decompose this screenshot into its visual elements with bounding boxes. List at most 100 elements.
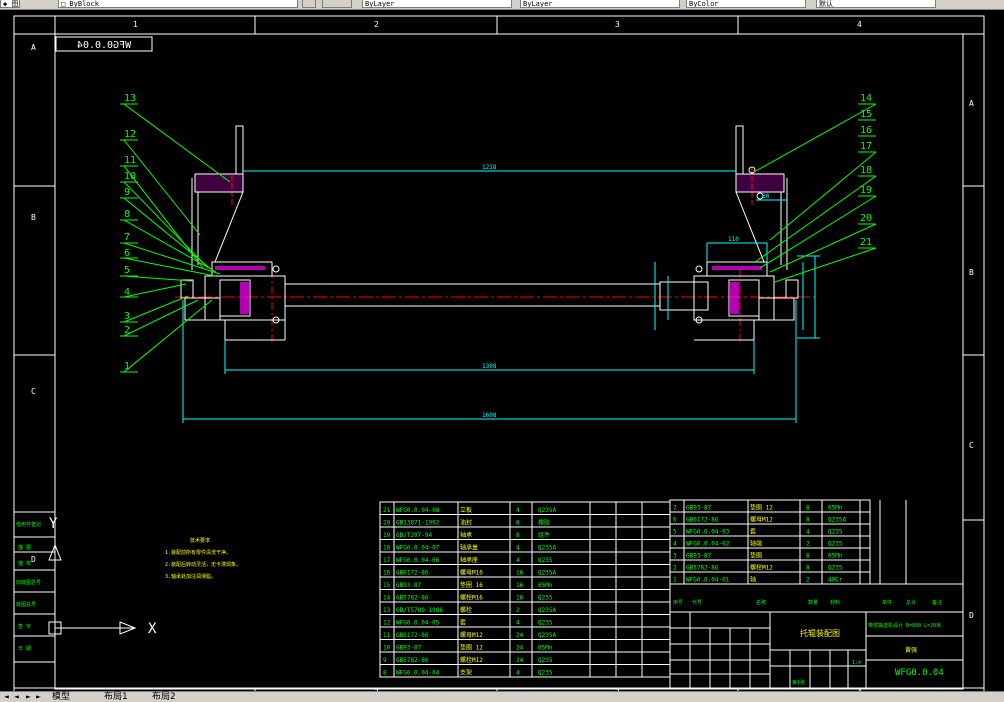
bom-cell: Q235 bbox=[828, 529, 843, 536]
col-label: 4 bbox=[857, 20, 862, 29]
bom-cell: GB6172-86 bbox=[396, 570, 429, 577]
balloons-left: 13 12 11 10 9 8 7 6 5 4 3 2 1 bbox=[124, 93, 136, 372]
bom-cell: 24 bbox=[516, 645, 524, 652]
bom-cell: 16 bbox=[516, 582, 524, 589]
next-tab-icon[interactable]: ► bbox=[26, 693, 31, 701]
col-label: 1 bbox=[133, 20, 138, 29]
title-project: 带式输送机设计 B=800 L=20米 bbox=[868, 622, 941, 629]
bom-header-cell: 代号 bbox=[692, 599, 702, 606]
bom-cell: 2 bbox=[806, 541, 810, 548]
dim-right-small: 110 bbox=[728, 236, 739, 243]
bom-cell: 轴端 bbox=[750, 540, 762, 548]
bom-cell: GB93-87 bbox=[686, 553, 712, 560]
side-label: 日 期 bbox=[18, 646, 31, 652]
color-dropdown[interactable]: □ ByBlock bbox=[58, 0, 298, 8]
last-tab-icon[interactable]: ► bbox=[36, 693, 41, 701]
balloon: 14 bbox=[860, 93, 872, 104]
bom-cell: 65Mn bbox=[828, 505, 843, 512]
bom-cell: GB/T297-94 bbox=[396, 532, 433, 539]
side-table-labels: 借用件登记 描 图 描 校 旧底图总号 底图总号 签 字 日 期 bbox=[16, 521, 41, 652]
dropdown-arrow-icon[interactable] bbox=[302, 0, 316, 8]
bom-cell: 8 bbox=[516, 520, 520, 527]
bom-cell: 螺栓M12 bbox=[750, 564, 773, 572]
style-dropdown[interactable]: 默认 bbox=[816, 0, 936, 8]
bom-cell: 19 bbox=[383, 532, 391, 539]
note-line: 3.轴承处加注润滑脂。 bbox=[165, 573, 216, 580]
bom-cell: WFG0.0.04-02 bbox=[686, 541, 730, 548]
title-scale: 1:4 bbox=[852, 660, 861, 666]
bom-cell: GB93-87 bbox=[396, 645, 422, 652]
bom-cell: Q235 bbox=[828, 541, 843, 548]
title-sheet: 第1张 bbox=[792, 679, 805, 686]
bom-cell: GB13871-1992 bbox=[396, 520, 440, 527]
bom-cell: GB93-87 bbox=[686, 505, 712, 512]
bom-cell: 16 bbox=[516, 570, 524, 577]
prev-tab-icon[interactable]: ◄ bbox=[14, 693, 19, 701]
linetype-dropdown[interactable]: ByLayer bbox=[362, 0, 512, 8]
bom-cell: 8 bbox=[806, 565, 810, 572]
plotstyle-dropdown[interactable]: ByColor bbox=[686, 0, 806, 8]
balloon: 20 bbox=[860, 213, 872, 224]
bom-header-cell: 数量 bbox=[808, 599, 818, 606]
balloon: 5 bbox=[124, 265, 130, 276]
bom-cell: 65Mn bbox=[538, 582, 553, 589]
bom-cell: 螺栓 bbox=[460, 606, 472, 614]
bom-cell: 垫圈 12 bbox=[750, 504, 773, 512]
bom-cell: 8 bbox=[383, 670, 387, 677]
bom-cell: 24 bbox=[516, 657, 524, 664]
bom-cell: 2 bbox=[806, 577, 810, 584]
bom-cell: 6 bbox=[673, 517, 677, 524]
balloon: 19 bbox=[860, 185, 872, 196]
dim-right-60: 60 bbox=[762, 193, 770, 200]
bom-cell: Q235 bbox=[538, 657, 553, 664]
row-label: B bbox=[969, 268, 974, 277]
bom-cell: 螺母M12 bbox=[460, 631, 483, 639]
cad-drawing-canvas[interactable]: 1 2 3 4 2 3 4 A B C D A B C D WFG0.0.04 bbox=[0, 10, 1004, 691]
bom-cell: 4 bbox=[516, 507, 520, 514]
bom-cell: 4 bbox=[516, 620, 520, 627]
layer-tools-button[interactable] bbox=[322, 0, 352, 8]
bom-cell: 套 bbox=[460, 619, 466, 627]
leader-lines bbox=[123, 103, 877, 373]
balloon: 2 bbox=[124, 325, 130, 336]
bom-header-cell: 总计 bbox=[906, 599, 916, 606]
balloon: 10 bbox=[124, 171, 136, 182]
side-label: 底图总号 bbox=[16, 601, 36, 608]
layer-dropdown-left[interactable]: ◆ 图层 bbox=[0, 0, 20, 8]
bom-cell: 20 bbox=[383, 520, 391, 527]
row-label: B bbox=[31, 213, 36, 222]
row-label: C bbox=[31, 387, 36, 396]
side-label: 旧底图总号 bbox=[16, 579, 41, 586]
dim-bottom: 1608 bbox=[482, 412, 497, 419]
bom-header-cell: 序号 bbox=[673, 599, 683, 606]
side-label: 借用件登记 bbox=[16, 521, 41, 528]
bom-cell: 65Mn bbox=[828, 553, 843, 560]
frame-labels: 1 2 3 4 2 3 4 A B C D A B C D bbox=[31, 20, 974, 691]
bom-cell: 9 bbox=[383, 657, 387, 664]
balloon: 11 bbox=[124, 155, 136, 166]
note-line: 1.装配前所有零件清洗干净。 bbox=[165, 549, 231, 556]
bom-cell: 轴 bbox=[750, 576, 756, 584]
lineweight-dropdown[interactable]: ByLayer bbox=[520, 0, 680, 8]
bom-cell: Q235 bbox=[538, 557, 553, 564]
balloon: 15 bbox=[860, 109, 872, 120]
bom-cell: WFG0.0.04-04 bbox=[396, 670, 440, 677]
balloon: 9 bbox=[124, 187, 130, 198]
bom-cell: 螺母M16 bbox=[460, 569, 483, 577]
bom-cell: 轴承盖 bbox=[460, 544, 478, 552]
first-tab-icon[interactable]: ◄ bbox=[4, 693, 9, 701]
balloon: 8 bbox=[124, 209, 130, 220]
bom-cell: WFG0.0.04-01 bbox=[686, 577, 730, 584]
bom-cell: 15 bbox=[383, 582, 391, 589]
bom-cell: Q235 bbox=[538, 620, 553, 627]
bom-cell: Q235A bbox=[538, 570, 556, 577]
left-bracket bbox=[180, 125, 286, 341]
balloon: 16 bbox=[860, 125, 872, 136]
bom-cell: WFG0.0.04-05 bbox=[396, 620, 440, 627]
bom-cell: 4 bbox=[806, 529, 810, 536]
bom-cell: Q235A bbox=[538, 632, 556, 639]
dim-top: 1218 bbox=[482, 164, 497, 171]
bom-cell: GB5782-86 bbox=[686, 565, 719, 572]
row-label: A bbox=[969, 99, 974, 108]
bom-cell: 立板 bbox=[460, 506, 472, 514]
